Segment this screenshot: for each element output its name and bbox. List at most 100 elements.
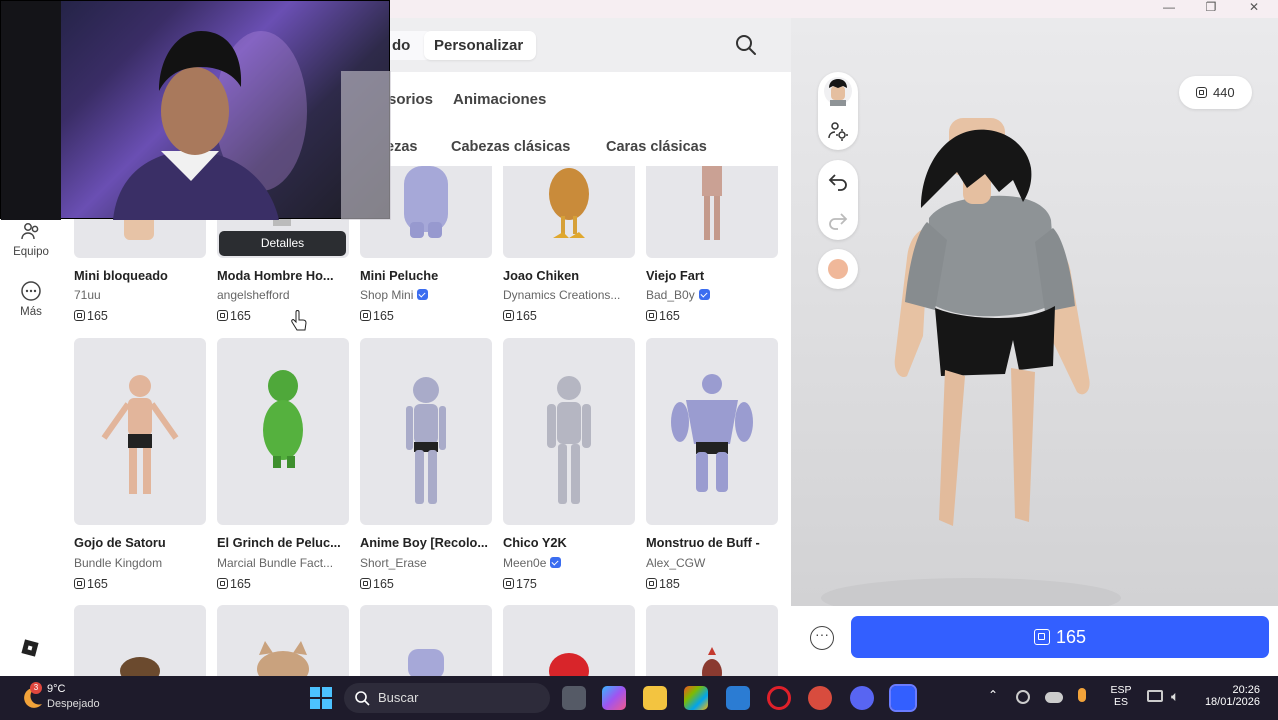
network-icon[interactable] [1147, 690, 1163, 702]
sidebar-item-equipo[interactable]: Equipo [6, 220, 56, 258]
language-code: ESP [1110, 684, 1132, 696]
item-price: 165 [646, 309, 680, 323]
item-thumbnail [217, 605, 349, 676]
item-thumbnail [503, 166, 635, 258]
copilot-icon[interactable] [602, 686, 626, 710]
item-creator: Bundle Kingdom [74, 556, 163, 570]
windows-start-icon[interactable] [309, 686, 333, 710]
discord-icon[interactable] [850, 686, 874, 710]
item-creator: 71uu [74, 288, 101, 302]
item-title: Viejo Fart [646, 268, 705, 283]
robux-icon [360, 578, 371, 589]
item-title: Mini Peluche [360, 268, 439, 283]
robux-icon [217, 310, 228, 321]
item-title: Anime Boy [Recolo... [360, 535, 488, 550]
tray-overflow-icon[interactable]: ⌃ [988, 688, 998, 702]
tab-accessories[interactable]: sorios [388, 91, 433, 108]
verified-badge-icon [550, 557, 562, 568]
team-icon [21, 223, 39, 240]
item-price: 175 [503, 577, 537, 591]
redo-icon[interactable] [827, 208, 849, 230]
file-explorer-icon[interactable] [643, 686, 667, 710]
roblox-logo-icon[interactable] [20, 638, 40, 658]
item-thumbnail [503, 605, 635, 676]
language-indicator[interactable]: ESP ES [1110, 684, 1132, 708]
details-tooltip[interactable]: Detalles [219, 231, 346, 256]
store-icon[interactable] [684, 686, 708, 710]
item-thumbnail [646, 605, 778, 676]
subtab-classic-heads[interactable]: Cabezas clásicas [451, 139, 570, 155]
roblox-taskbar-icon[interactable] [889, 684, 917, 712]
item-creator: angelshefford [217, 288, 290, 302]
item-title: Mini bloqueado [74, 268, 168, 283]
weather-badge: 3 [30, 682, 42, 694]
clock[interactable]: 20:26 18/01/2026 [1197, 684, 1260, 708]
item-price: 165 [360, 577, 394, 591]
robux-icon [503, 578, 514, 589]
sidebar-item-mas[interactable]: Más [6, 280, 56, 318]
item-creator: Bad_B0y [646, 288, 778, 302]
skin-tone-button[interactable] [818, 249, 858, 289]
microphone-icon[interactable] [1078, 688, 1086, 702]
capture-app-icon[interactable] [808, 686, 832, 710]
item-title: Moda Hombre Ho... [217, 268, 334, 283]
skin-tone-swatch [828, 259, 848, 279]
item-creator: Marcial Bundle Fact... [217, 556, 334, 570]
item-title: Joao Chiken [503, 268, 580, 283]
screen: — ❐ ✕ do Personalizar sorios Animaciones… [0, 0, 1278, 720]
minimize-icon[interactable]: — [1153, 0, 1185, 16]
onedrive-icon[interactable] [1045, 692, 1063, 703]
avatar-tools-group [818, 72, 858, 150]
item-price: 165 [74, 309, 108, 323]
item-thumbnail [74, 605, 206, 676]
subtab-classic-faces[interactable]: Caras clásicas [606, 139, 707, 155]
balance-value: 440 [1212, 85, 1235, 100]
undo-icon[interactable] [827, 169, 849, 191]
restore-icon[interactable]: ❐ [1195, 0, 1227, 16]
item-grid: Mini bloqueado 71uu 165 Moda Hombre Ho..… [62, 166, 791, 676]
item-creator: Shop Mini [360, 288, 492, 302]
taskbar-search[interactable]: Buscar [344, 683, 550, 713]
volume-icon[interactable]: 🔈︎ [1171, 688, 1179, 705]
item-thumbnail [360, 338, 492, 525]
close-icon[interactable]: ✕ [1238, 0, 1270, 16]
item-price: 165 [503, 309, 537, 323]
webcam-overlay [0, 0, 391, 220]
item-thumbnail [646, 338, 778, 525]
opera-icon[interactable] [767, 686, 791, 710]
more-options-icon[interactable]: ··· [810, 626, 834, 650]
weather-temp: 9°C [47, 683, 66, 695]
segment-customize[interactable]: Personalizar [424, 31, 536, 60]
item-thumbnail [646, 166, 778, 258]
avatar-settings-icon[interactable] [827, 120, 849, 142]
tab-animations[interactable]: Animaciones [453, 91, 546, 108]
robux-icon [1196, 87, 1208, 98]
sidebar: Equipo Más [0, 166, 62, 676]
item-thumbnail [217, 338, 349, 525]
streamer-camera-image [1, 1, 391, 220]
sidebar-footer [0, 630, 62, 676]
item-price: 165 [74, 577, 108, 591]
item-title: Gojo de Satoru [74, 535, 166, 550]
item-creator: Short_Erase [360, 556, 427, 570]
task-view-icon[interactable] [562, 686, 586, 710]
robux-icon [217, 578, 228, 589]
item-creator: Alex_CGW [646, 556, 706, 570]
search-icon[interactable] [734, 33, 758, 57]
sync-icon[interactable] [1016, 690, 1030, 704]
robux-icon [646, 578, 657, 589]
item-title: El Grinch de Peluc... [217, 535, 341, 550]
windows-taskbar: 3 9°C Despejado [0, 676, 1278, 720]
sidebar-label-mas: Más [20, 306, 42, 318]
clock-time: 20:26 [1232, 684, 1260, 696]
item-thumbnail [74, 338, 206, 525]
keyboard-code: ES [1113, 696, 1128, 708]
sidebar-label-equipo: Equipo [13, 246, 49, 258]
taskbar-search-icon [355, 691, 370, 706]
avatar-head-icon[interactable] [823, 76, 853, 106]
robux-balance[interactable]: 440 [1179, 76, 1252, 109]
outlook-icon[interactable] [726, 686, 750, 710]
buy-button[interactable]: 165 [851, 616, 1269, 658]
item-creator: Dynamics Creations... [503, 288, 621, 302]
robux-icon [360, 310, 371, 321]
